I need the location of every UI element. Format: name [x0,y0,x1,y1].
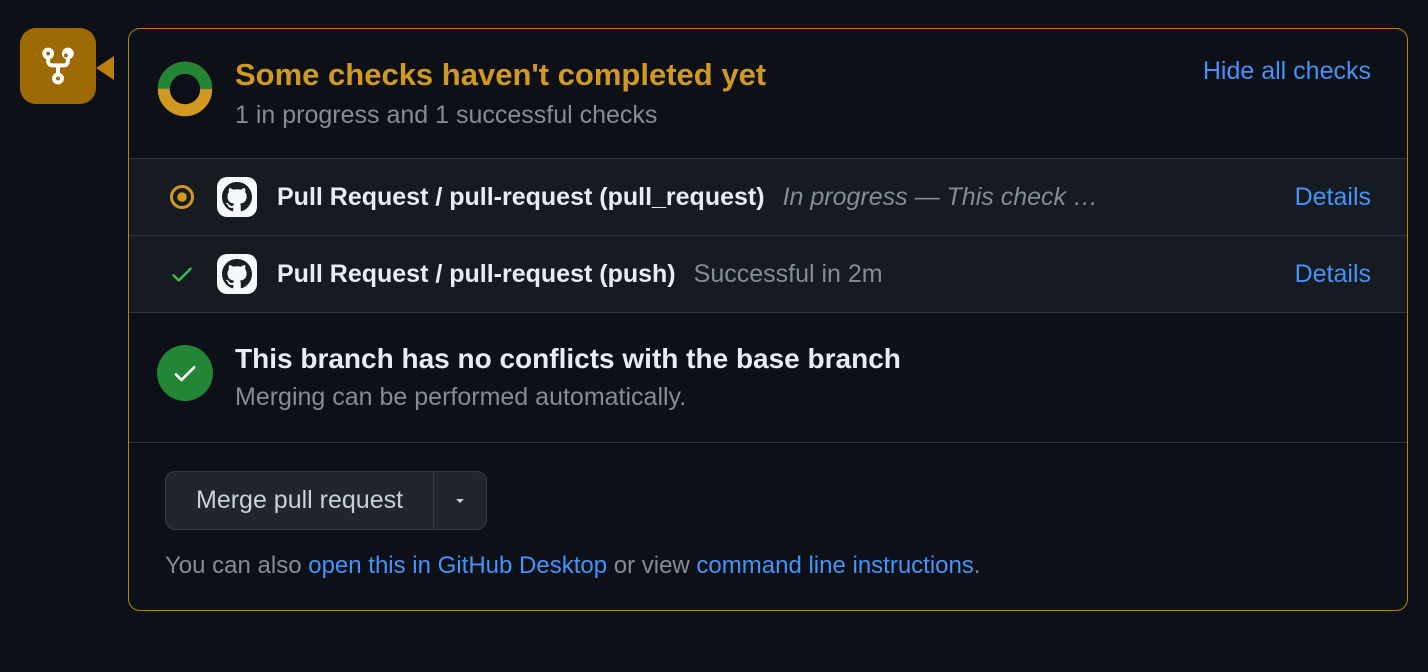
open-in-desktop-link[interactable]: open this in GitHub Desktop [308,552,607,579]
merge-status-section: This branch has no conflicts with the ba… [129,312,1407,442]
in-progress-icon [169,184,195,210]
github-mark-icon [222,182,252,212]
merge-hint-text: You can also open this in GitHub Desktop… [165,552,1371,580]
merge-status-subtitle: Merging can be performed automatically. [235,383,901,412]
merge-box-container: Some checks haven't completed yet 1 in p… [20,28,1408,611]
timeline-branch-badge [20,28,96,104]
merge-success-badge [157,345,213,401]
check-details-link[interactable]: Details [1295,260,1371,289]
merge-pull-request-button[interactable]: Merge pull request [165,471,433,530]
checks-list: Pull Request / pull-request (pull_reques… [129,158,1407,312]
caret-down-icon [452,492,468,508]
check-message: Successful in 2m [694,260,1275,289]
checks-title: Some checks haven't completed yet [235,57,1203,93]
github-mark-icon [222,259,252,289]
toggle-checks-link[interactable]: Hide all checks [1203,57,1371,86]
checks-subtitle: 1 in progress and 1 successful checks [235,101,1203,130]
merge-options-dropdown-button[interactable] [433,471,487,530]
check-name: Pull Request / pull-request (pull_reques… [277,183,765,212]
merge-panel: Some checks haven't completed yet 1 in p… [128,28,1408,611]
git-merge-icon [37,45,79,87]
status-donut-icon [157,61,213,117]
check-message: In progress — This check … [783,183,1275,212]
check-details-link[interactable]: Details [1295,183,1371,212]
github-actions-avatar [217,177,257,217]
check-row: Pull Request / pull-request (push) Succe… [129,236,1407,312]
merge-footer-section: Merge pull request You can also open thi… [129,442,1407,610]
success-check-icon [169,261,195,287]
merge-status-title: This branch has no conflicts with the ba… [235,343,901,375]
command-line-instructions-link[interactable]: command line instructions [696,552,973,579]
checks-summary-section: Some checks haven't completed yet 1 in p… [129,29,1407,158]
check-name: Pull Request / pull-request (push) [277,260,676,289]
check-row: Pull Request / pull-request (pull_reques… [129,159,1407,236]
github-actions-avatar [217,254,257,294]
merge-button-group: Merge pull request [165,471,487,530]
check-icon [171,359,199,387]
